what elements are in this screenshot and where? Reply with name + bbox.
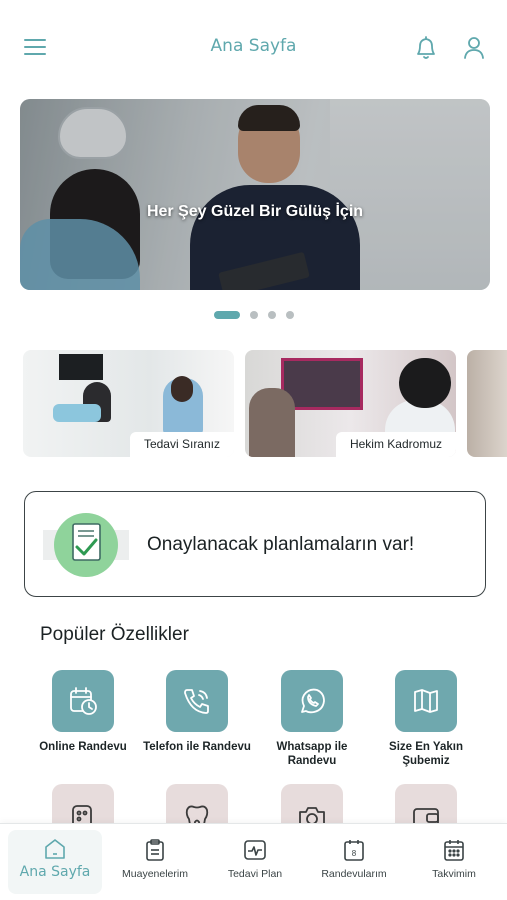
category-card-treatment-queue[interactable]: Tedavi Sıranız bbox=[23, 350, 234, 457]
heart-monitor-icon bbox=[244, 840, 266, 860]
category-card-partial[interactable] bbox=[467, 350, 507, 457]
document-check-icon bbox=[43, 510, 129, 580]
bottom-navigation: Ana Sayfa Muayenelerim Tedavi Plan 8 Ran… bbox=[0, 823, 507, 900]
pending-plans-card[interactable]: Onaylanacak planlamaların var! bbox=[24, 491, 486, 597]
hero-caption: Her Şey Güzel Bir Gülüş İçin bbox=[146, 203, 364, 220]
nav-item-appointments[interactable]: 8 Randevularım bbox=[304, 838, 404, 880]
calendar-day-icon: 8 bbox=[344, 840, 364, 861]
app-header: Ana Sayfa bbox=[0, 0, 507, 96]
nav-item-calendar[interactable]: Takvimim bbox=[404, 838, 504, 880]
feature-label: Online Randevu bbox=[39, 741, 127, 753]
carousel-dot[interactable] bbox=[250, 311, 258, 319]
section-title-popular: Popüler Özellikler bbox=[40, 624, 189, 645]
bell-icon[interactable] bbox=[414, 35, 438, 61]
nav-item-examinations[interactable]: Muayenelerim bbox=[105, 838, 205, 880]
feature-online-appointment[interactable]: Online Randevu bbox=[28, 670, 138, 754]
feature-nearest-branch[interactable]: Size En Yakın Şubemiz bbox=[371, 670, 481, 768]
category-card-doctors[interactable]: Hekim Kadromuz bbox=[245, 350, 456, 457]
whatsapp-icon bbox=[281, 670, 343, 732]
category-label: Hekim Kadromuz bbox=[335, 432, 456, 457]
feature-phone-appointment[interactable]: Telefon ile Randevu bbox=[142, 670, 252, 754]
feature-label: Whatsapp ile Randevu bbox=[276, 741, 348, 767]
feature-whatsapp-appointment[interactable]: Whatsapp ile Randevu bbox=[257, 670, 367, 768]
nav-label: Takvimim bbox=[432, 868, 476, 880]
category-label: Tedavi Sıranız bbox=[129, 432, 234, 457]
nav-item-home[interactable]: Ana Sayfa bbox=[5, 838, 105, 880]
phone-call-icon bbox=[166, 670, 228, 732]
nav-label: Randevularım bbox=[321, 868, 387, 880]
carousel-dot[interactable] bbox=[268, 311, 276, 319]
category-image bbox=[467, 350, 507, 457]
calendar-badge: 8 bbox=[352, 849, 357, 858]
home-icon bbox=[45, 839, 65, 859]
pending-plans-text: Onaylanacak planlamaların var! bbox=[147, 534, 415, 555]
feature-label: Size En Yakın Şubemiz bbox=[389, 741, 463, 767]
clipboard-icon bbox=[146, 839, 164, 861]
calendar-grid-icon bbox=[444, 840, 464, 861]
nav-label: Tedavi Plan bbox=[227, 868, 283, 880]
nav-label: Ana Sayfa bbox=[19, 864, 91, 880]
nav-label: Muayenelerim bbox=[122, 868, 188, 880]
nav-item-treatment-plan[interactable]: Tedavi Plan bbox=[205, 838, 305, 880]
feature-label: Telefon ile Randevu bbox=[143, 741, 251, 753]
user-icon[interactable] bbox=[462, 35, 486, 61]
map-icon bbox=[395, 670, 457, 732]
hero-banner[interactable]: Her Şey Güzel Bir Gülüş İçin bbox=[20, 99, 490, 290]
carousel-dot-active[interactable] bbox=[214, 311, 240, 319]
calendar-clock-icon bbox=[52, 670, 114, 732]
hero-overlay bbox=[20, 99, 490, 290]
carousel-dot[interactable] bbox=[286, 311, 294, 319]
